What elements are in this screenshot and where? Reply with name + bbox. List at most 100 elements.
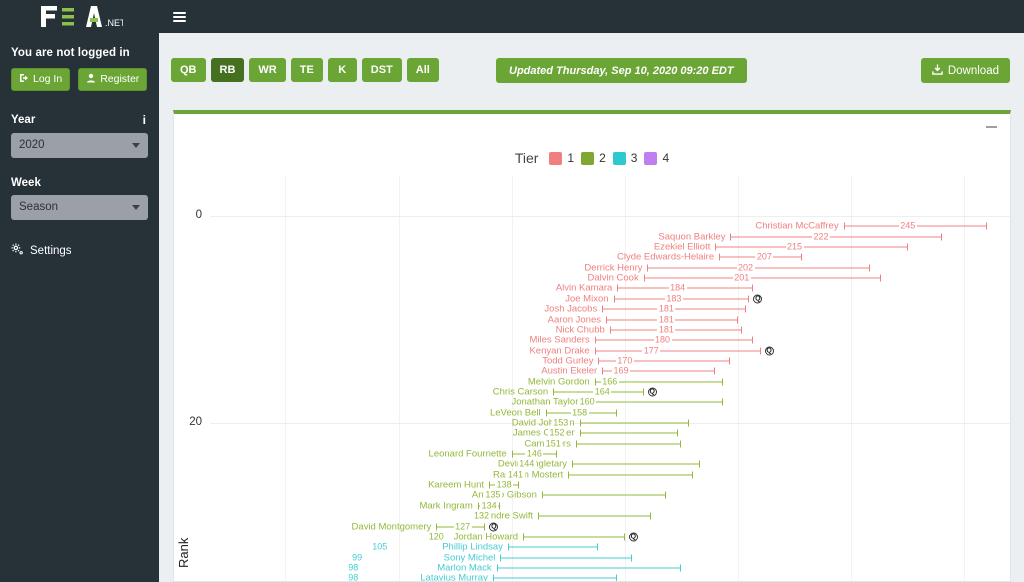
player-name: Joe Mixon [565,293,609,305]
chevron-down-icon [132,204,140,210]
chart-row[interactable]: Marlon Mack 98 [346,563,682,573]
chart-row[interactable]: Clyde Edwards-Helaire 207 [617,252,803,262]
sidebar: .NET You are not logged in Log In Regist… [0,0,159,582]
sidebar-item-settings[interactable]: Settings [11,242,148,259]
legend-item-tier-3[interactable]: 3 [612,151,637,165]
login-button[interactable]: Log In [11,68,71,91]
questionable-status-badge: Q [489,522,499,531]
position-filter-all[interactable]: All [406,58,439,82]
chart-row[interactable]: Raheem Mostert 141 [493,470,693,480]
chart-row[interactable]: Derrick Henry 202 [584,263,870,273]
range-bar [507,546,599,548]
range-cap-left [572,460,574,468]
position-filter-dst[interactable]: DST [361,58,402,82]
range-cap-left [575,440,577,448]
player-name: Miles Sanders [529,334,590,346]
player-name: Christian McCaffrey [755,220,839,232]
position-filter-qb[interactable]: QB [171,58,206,82]
chart-row[interactable]: Christian McCaffrey 245 [755,221,987,231]
chart-row[interactable]: Latavius Murray 98 [346,573,618,581]
chart-row[interactable]: Dalvin Cook 201 [587,272,882,283]
chart-row[interactable]: Alvin Kamara 184 [556,283,754,293]
updated-banner: Updated Thursday, Sep 10, 2020 09:20 EDT [496,58,747,83]
chart-row[interactable]: Saquon Barkley 222 [658,231,942,242]
chart-row[interactable]: Jordan Howard 120 Q [427,532,638,542]
chart-row[interactable]: Jonathan Taylor 160 [511,397,723,407]
year-select[interactable]: 2020 [11,132,148,158]
player-name: David Montgomery [351,520,432,532]
chart-row[interactable]: Josh Jacobs 181 [544,304,746,314]
chart-row[interactable]: LeVeon Bell 158 [490,408,618,418]
chart-row[interactable]: Kareem Hunt 138 [428,480,520,490]
legend-label: 2 [599,151,606,165]
chart-row[interactable]: Todd Gurley 170 [542,355,731,366]
range-bar [523,536,625,538]
chart-row[interactable]: D'Andre Swift 132 [472,511,652,521]
chart-row[interactable]: Chris Carson 164 Q [493,387,657,397]
range-cap-right [665,491,667,499]
week-select[interactable]: Season [11,194,148,220]
chart-gridline-vertical [964,176,966,581]
year-label: Year [11,113,36,126]
register-button[interactable]: Register [78,68,148,91]
player-name: Mark Ingram [419,500,473,512]
player-value-label: 201 [732,272,751,283]
auth-buttons: Log In Register [11,68,148,91]
chart-row[interactable]: David Johnson 153 [512,418,689,428]
chart-row[interactable]: Miles Sanders 180 [529,335,754,345]
player-name: Sony Michel [443,551,496,563]
range-bar [730,236,942,238]
brand-logo[interactable]: .NET [0,0,159,33]
position-filter-te[interactable]: TE [290,58,323,82]
chart-row[interactable]: James Conner 152 [513,428,678,438]
player-value-label: 134 [480,500,499,511]
chart-row[interactable]: Mark Ingram 134 [419,500,501,511]
chart-row[interactable]: Devin Singletary 144 [498,459,701,469]
player-value-label: 120 [427,531,446,542]
chart-row[interactable]: Kenyan Drake 177 Q [529,345,774,356]
chart-row[interactable]: Austin Ekeler 169 [541,366,716,376]
chart-row[interactable]: Phillip Lindsay 105 [370,542,599,552]
player-value-label: 177 [642,345,661,356]
position-filter-k[interactable]: K [327,58,357,82]
year-label-row: Year i [11,113,148,127]
chart-row[interactable]: Cam Akers151 [524,439,682,449]
chart-row[interactable]: Ezekiel Elliott 215 [654,242,908,252]
collapse-panel-button[interactable] [985,120,998,133]
range-cap-right [650,512,652,520]
settings-label: Settings [30,244,72,257]
range-cap-left [609,326,611,334]
range-bar [594,339,754,341]
chart-panel: Tier 1 2 3 4 Rank 0 20 Christian McCaffrey 245… [173,110,1011,582]
info-icon[interactable]: i [143,113,148,127]
player-value-label: 222 [811,231,830,242]
player-value-label: 98 [346,572,360,582]
chart-row[interactable]: Aaron Jones 181 [548,315,738,325]
chart-row[interactable]: David Montgomery 127 Q [352,522,499,532]
chart-row[interactable]: Joe Mixon 183 Q [565,294,763,304]
position-filter-wr[interactable]: WR [249,58,286,82]
position-filter-rb[interactable]: RB [210,58,245,82]
week-label-row: Week [11,177,148,189]
download-button[interactable]: Download [920,58,1010,83]
legend-item-tier-1[interactable]: 1 [549,151,574,165]
range-cap-right [940,233,942,241]
player-name: Kareem Hunt [428,479,485,491]
hamburger-menu-icon[interactable] [173,10,186,24]
range-cap-left [496,564,498,572]
chart-row[interactable]: Antonio Gibson 135 [472,490,667,500]
legend-item-tier-4[interactable]: 4 [644,151,669,165]
y-axis-label: Rank [176,537,191,568]
range-cap-right [737,316,738,323]
player-value-label: 170 [615,355,634,366]
chart-row[interactable]: Sony Michel 99 [350,553,633,563]
range-bar [583,401,723,403]
range-cap-right [691,471,693,479]
legend-item-tier-2[interactable]: 2 [581,151,606,165]
range-cap-right [699,460,701,468]
chart-row[interactable]: Melvin Gordon 166 [528,377,723,387]
range-cap-right [676,429,678,437]
range-cap-left [511,450,513,458]
chart-row[interactable]: Leonard Fournette 146 [429,449,557,459]
chart-row[interactable]: Nick Chubb 181 [556,325,742,335]
